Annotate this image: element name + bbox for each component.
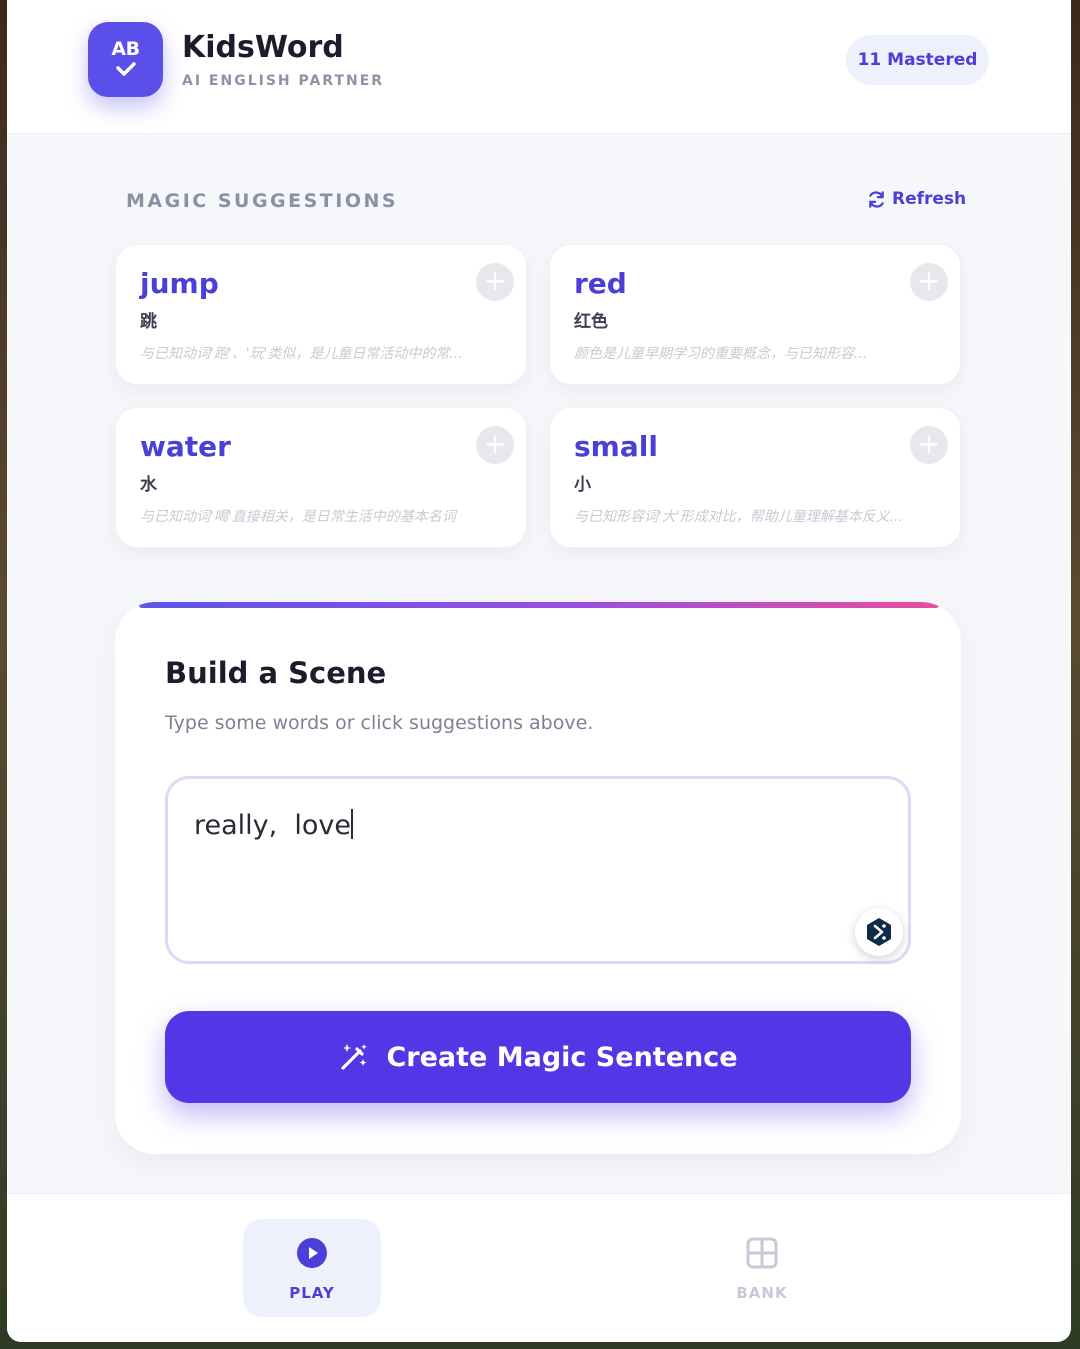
add-icon[interactable]: + <box>476 426 514 464</box>
app-logo: AB <box>88 22 163 97</box>
translate-assistant-icon <box>867 918 891 946</box>
logo-text: AB <box>111 38 140 60</box>
scene-words-input[interactable]: really, love <box>165 776 911 964</box>
suggestion-word: water <box>140 430 231 463</box>
add-icon[interactable]: + <box>476 263 514 301</box>
magic-wand-icon <box>341 1044 368 1070</box>
panel-subtitle: Type some words or click suggestions abo… <box>165 712 594 734</box>
refresh-icon <box>869 190 884 208</box>
app-window: AB KidsWord AI ENGLISH PARTNER 11 Master… <box>7 0 1071 1342</box>
add-icon[interactable]: + <box>910 426 948 464</box>
suggestion-description: 与已知动词'喝'直接相关，是日常生活中的基本名词 <box>140 509 456 525</box>
suggestion-description: 与已知形容词'大'形成对比，帮助儿童理解基本反义... <box>574 509 904 525</box>
create-magic-sentence-button[interactable]: Create Magic Sentence <box>165 1011 911 1103</box>
suggestion-description: 颜色是儿童早期学习的重要概念，与已知形容... <box>574 346 868 362</box>
suggestion-card-jump[interactable]: jump 跳 与已知动词'跑'、'玩'类似，是儿童日常活动中的常... + <box>115 244 527 385</box>
refresh-button[interactable]: Refresh <box>867 189 966 209</box>
suggestion-card-red[interactable]: red 红色 颜色是儿童早期学习的重要概念，与已知形容... + <box>549 244 961 385</box>
refresh-label: Refresh <box>892 189 967 209</box>
nav-bank[interactable]: BANK <box>693 1219 831 1317</box>
bottom-navigation: PLAY BANK <box>7 1193 1071 1342</box>
create-button-label: Create Magic Sentence <box>386 1041 738 1073</box>
grid-icon <box>746 1237 778 1269</box>
app-subtitle: AI ENGLISH PARTNER <box>182 73 385 89</box>
suggestion-card-small[interactable]: small 小 与已知形容词'大'形成对比，帮助儿童理解基本反义... + <box>549 407 961 548</box>
suggestion-translation: 红色 <box>574 312 608 332</box>
nav-bank-label: BANK <box>736 1284 788 1302</box>
app-header: AB KidsWord AI ENGLISH PARTNER 11 Master… <box>7 0 1071 134</box>
suggestion-word: red <box>574 267 627 300</box>
check-icon <box>116 62 136 76</box>
text-caret <box>351 809 354 839</box>
play-icon <box>297 1238 327 1268</box>
input-value: really, love <box>194 810 352 841</box>
suggestion-translation: 小 <box>574 475 591 495</box>
nav-play[interactable]: PLAY <box>243 1219 381 1317</box>
suggestion-description: 与已知动词'跑'、'玩'类似，是儿童日常活动中的常... <box>140 346 463 362</box>
suggestions-heading: MAGIC SUGGESTIONS <box>126 190 399 212</box>
build-scene-panel: Build a Scene Type some words or click s… <box>115 602 961 1154</box>
mastered-badge[interactable]: 11 Mastered <box>846 35 989 85</box>
suggestion-translation: 跳 <box>140 312 157 332</box>
gradient-accent-bar <box>139 602 939 608</box>
assistant-extension-icon[interactable] <box>855 908 903 956</box>
suggestion-card-water[interactable]: water 水 与已知动词'喝'直接相关，是日常生活中的基本名词 + <box>115 407 527 548</box>
nav-play-label: PLAY <box>289 1284 335 1302</box>
suggestion-translation: 水 <box>140 475 157 495</box>
suggestion-word: jump <box>140 267 219 300</box>
add-icon[interactable]: + <box>910 263 948 301</box>
app-title: KidsWord <box>182 30 344 65</box>
panel-title: Build a Scene <box>165 656 387 690</box>
suggestion-word: small <box>574 430 658 463</box>
